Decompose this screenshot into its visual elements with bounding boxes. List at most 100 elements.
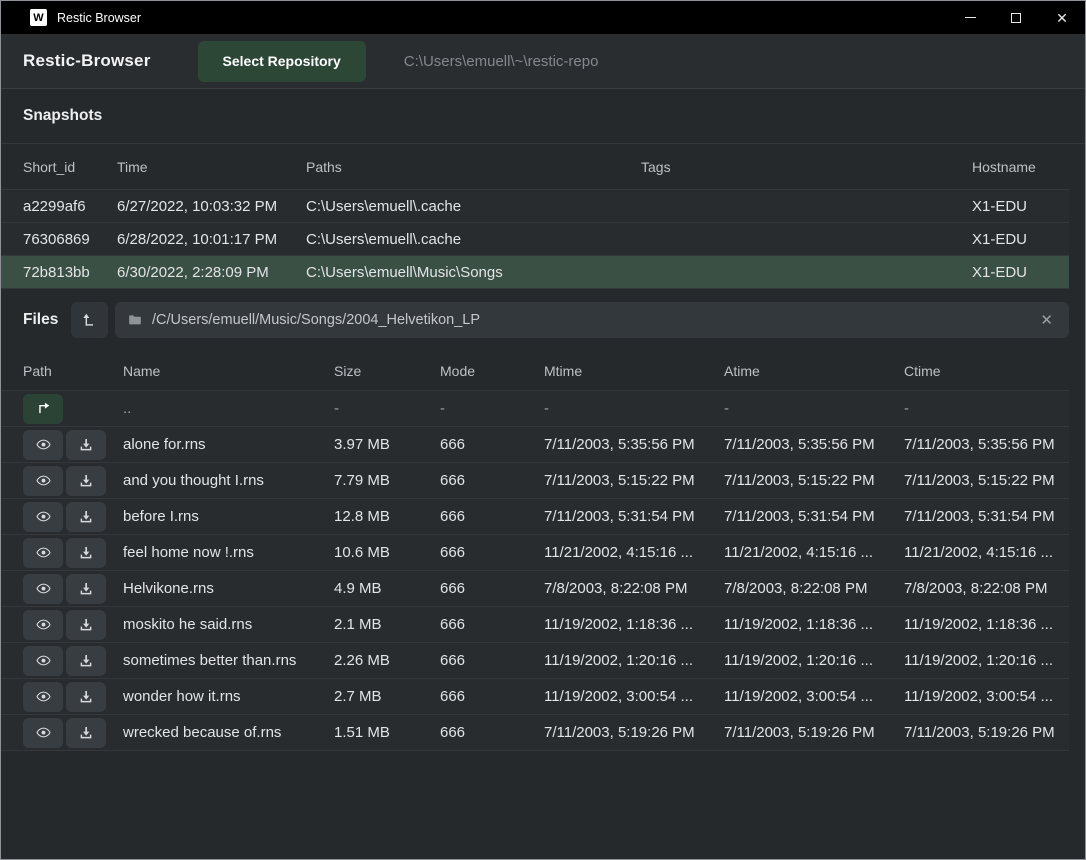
clear-path-button[interactable]: ✕: [1036, 309, 1057, 331]
download-file-button[interactable]: [66, 502, 106, 532]
file-atime: 7/11/2003, 5:19:26 PM: [724, 724, 904, 741]
file-atime: 7/11/2003, 5:15:22 PM: [724, 472, 904, 489]
file-mtime: 11/19/2002, 1:18:36 ...: [544, 616, 724, 633]
download-icon: [78, 473, 94, 489]
file-name: alone for.rns: [123, 436, 334, 453]
download-icon: [78, 689, 94, 705]
eye-icon: [34, 689, 53, 704]
file-atime: 11/21/2002, 4:15:16 ...: [724, 544, 904, 561]
preview-file-button[interactable]: [23, 466, 63, 496]
file-row[interactable]: wrecked because of.rns 1.51 MB 666 7/11/…: [1, 715, 1069, 751]
preview-file-button[interactable]: [23, 610, 63, 640]
snapshot-row-selected[interactable]: 72b813bb 6/30/2022, 2:28:09 PM C:\Users\…: [1, 256, 1069, 289]
file-mtime: 11/21/2002, 4:15:16 ...: [544, 544, 724, 561]
eye-icon: [34, 509, 53, 524]
eye-icon: [34, 653, 53, 668]
window-title: Restic Browser: [57, 11, 947, 25]
column-header-tags: Tags: [641, 159, 972, 175]
file-row[interactable]: sometimes better than.rns 2.26 MB 666 11…: [1, 643, 1069, 679]
column-header-short-id: Short_id: [23, 159, 117, 175]
file-mtime: 7/8/2003, 8:22:08 PM: [544, 580, 724, 597]
column-header-mode: Mode: [440, 363, 544, 379]
file-ctime: -: [904, 400, 1069, 417]
file-mode: 666: [440, 508, 544, 525]
snapshots-table-header: Short_id Time Paths Tags Hostname: [1, 144, 1069, 190]
snapshot-short-id: a2299af6: [23, 198, 117, 215]
snapshot-row[interactable]: 76306869 6/28/2022, 10:01:17 PM C:\Users…: [1, 223, 1069, 256]
file-atime: 7/8/2003, 8:22:08 PM: [724, 580, 904, 597]
download-icon: [78, 617, 94, 633]
up-directory-button[interactable]: [71, 302, 108, 338]
file-atime: 11/19/2002, 3:00:54 ...: [724, 688, 904, 705]
file-size: 3.97 MB: [334, 436, 440, 453]
file-row[interactable]: before I.rns 12.8 MB 666 7/11/2003, 5:31…: [1, 499, 1069, 535]
file-mtime: 7/11/2003, 5:15:22 PM: [544, 472, 724, 489]
file-row[interactable]: feel home now !.rns 10.6 MB 666 11/21/20…: [1, 535, 1069, 571]
snapshots-title: Snapshots: [23, 107, 102, 125]
file-mode: 666: [440, 544, 544, 561]
file-name: before I.rns: [123, 508, 334, 525]
close-icon: ✕: [1056, 11, 1068, 25]
preview-file-button[interactable]: [23, 682, 63, 712]
file-row[interactable]: wonder how it.rns 2.7 MB 666 11/19/2002,…: [1, 679, 1069, 715]
snapshot-row[interactable]: a2299af6 6/27/2022, 10:03:32 PM C:\Users…: [1, 190, 1069, 223]
go-parent-directory-button[interactable]: [23, 394, 63, 424]
file-name: sometimes better than.rns: [123, 652, 334, 669]
file-ctime: 11/19/2002, 1:18:36 ...: [904, 616, 1069, 633]
preview-file-button[interactable]: [23, 574, 63, 604]
path-breadcrumb-field[interactable]: /C/Users/emuell/Music/Songs/2004_Helveti…: [115, 302, 1069, 338]
file-mode: 666: [440, 724, 544, 741]
preview-file-button[interactable]: [23, 718, 63, 748]
file-row[interactable]: Helvikone.rns 4.9 MB 666 7/8/2003, 8:22:…: [1, 571, 1069, 607]
column-header-paths: Paths: [306, 159, 641, 175]
files-toolbar: Files /C/Users/emuell/Music/Songs/2004_H…: [1, 289, 1085, 351]
download-file-button[interactable]: [66, 574, 106, 604]
column-header-ctime: Ctime: [904, 363, 1069, 379]
column-header-time: Time: [117, 159, 306, 175]
file-mtime: 11/19/2002, 3:00:54 ...: [544, 688, 724, 705]
file-size: 2.26 MB: [334, 652, 440, 669]
files-table-header: Path Name Size Mode Mtime Atime Ctime: [1, 351, 1069, 391]
file-ctime: 7/11/2003, 5:31:54 PM: [904, 508, 1069, 525]
download-icon: [78, 437, 94, 453]
minimize-button[interactable]: [947, 1, 993, 34]
app-window: W Restic Browser ✕ Restic-Browser Select…: [0, 0, 1086, 860]
preview-file-button[interactable]: [23, 538, 63, 568]
file-mode: -: [440, 400, 544, 417]
download-file-button[interactable]: [66, 430, 106, 460]
download-file-button[interactable]: [66, 466, 106, 496]
maximize-button[interactable]: [993, 1, 1039, 34]
snapshot-time: 6/28/2022, 10:01:17 PM: [117, 231, 306, 248]
file-size: 10.6 MB: [334, 544, 440, 561]
preview-file-button[interactable]: [23, 646, 63, 676]
download-file-button[interactable]: [66, 682, 106, 712]
download-icon: [78, 653, 94, 669]
download-icon: [78, 545, 94, 561]
preview-file-button[interactable]: [23, 502, 63, 532]
parent-directory-row[interactable]: .. - - - - -: [1, 391, 1069, 427]
empty-area: [1, 751, 1085, 859]
snapshot-paths: C:\Users\emuell\.cache: [306, 231, 641, 248]
eye-icon: [34, 437, 53, 452]
minimize-icon: [965, 17, 976, 18]
file-mode: 666: [440, 580, 544, 597]
eye-icon: [34, 617, 53, 632]
file-row[interactable]: alone for.rns 3.97 MB 666 7/11/2003, 5:3…: [1, 427, 1069, 463]
file-ctime: 7/11/2003, 5:15:22 PM: [904, 472, 1069, 489]
download-file-button[interactable]: [66, 538, 106, 568]
download-file-button[interactable]: [66, 610, 106, 640]
file-row[interactable]: moskito he said.rns 2.1 MB 666 11/19/200…: [1, 607, 1069, 643]
close-button[interactable]: ✕: [1039, 1, 1085, 34]
file-row[interactable]: and you thought I.rns 7.79 MB 666 7/11/2…: [1, 463, 1069, 499]
file-size: -: [334, 400, 440, 417]
download-file-button[interactable]: [66, 646, 106, 676]
column-header-mtime: Mtime: [544, 363, 724, 379]
repository-path: C:\Users\emuell\~\restic-repo: [404, 53, 599, 70]
snapshot-short-id: 72b813bb: [23, 264, 117, 281]
file-ctime: 11/21/2002, 4:15:16 ...: [904, 544, 1069, 561]
download-file-button[interactable]: [66, 718, 106, 748]
preview-file-button[interactable]: [23, 430, 63, 460]
snapshots-section-header: Snapshots: [1, 89, 1085, 144]
select-repository-button[interactable]: Select Repository: [198, 41, 366, 82]
column-header-atime: Atime: [724, 363, 904, 379]
